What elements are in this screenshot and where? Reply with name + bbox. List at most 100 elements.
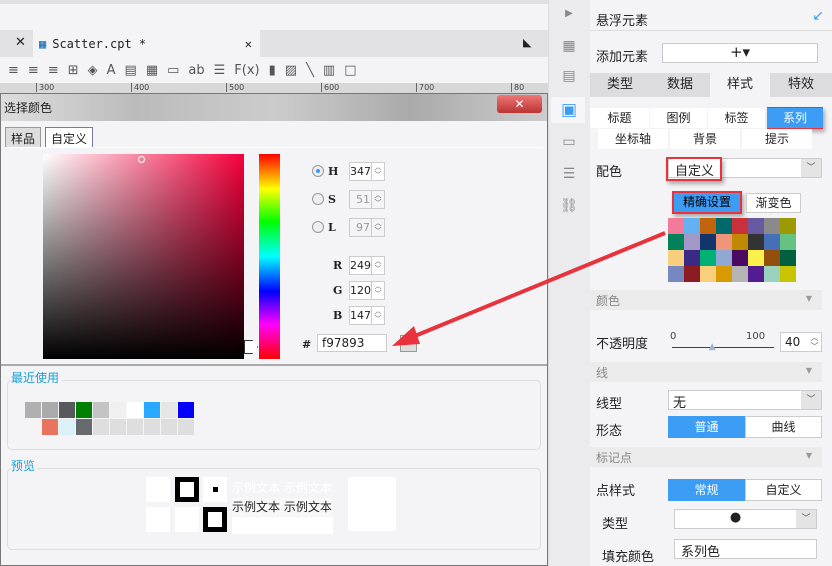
tab-2[interactable]: 样式: [710, 73, 770, 97]
palette-swatch[interactable]: [780, 218, 796, 234]
align-right-icon[interactable]: ≡: [48, 63, 59, 78]
palette-swatch[interactable]: [700, 234, 716, 250]
recent-color-swatch[interactable]: [42, 402, 59, 418]
dialog-title-bar[interactable]: 选择颜色: [1, 94, 547, 121]
cell-attr-icon[interactable]: ▦: [559, 38, 579, 56]
l-input[interactable]: 97 ︿ ﹀: [349, 218, 385, 237]
slash-icon[interactable]: ╲: [306, 63, 314, 78]
saturation-lightness-picker[interactable]: [43, 154, 244, 359]
recent-color-swatch[interactable]: [93, 402, 110, 418]
merge-cells-icon[interactable]: ▤: [125, 63, 137, 78]
link-icon[interactable]: ⛓: [559, 198, 579, 216]
h-input[interactable]: 347 ︿ ﹀: [349, 162, 385, 181]
palette-swatch[interactable]: [668, 250, 684, 266]
b-input[interactable]: 147 ︿ ﹀: [349, 306, 385, 325]
palette-swatch[interactable]: [764, 234, 780, 250]
palette-swatch[interactable]: [716, 218, 732, 234]
shape-normal[interactable]: 普通: [668, 416, 745, 438]
formula-icon[interactable]: F(x): [234, 63, 259, 78]
subtab-row2-0[interactable]: 坐标轴: [598, 129, 668, 149]
fill-color-icon[interactable]: ◈: [88, 63, 98, 78]
radio-l[interactable]: [312, 221, 324, 233]
palette-swatch[interactable]: [700, 218, 716, 234]
recent-color-swatch[interactable]: [59, 419, 76, 435]
spinner[interactable]: ︿ ﹀: [371, 163, 384, 180]
hue-slider[interactable]: [259, 154, 280, 359]
palette-swatch[interactable]: [684, 266, 700, 282]
s-input[interactable]: 51 ︿ ﹀: [349, 190, 385, 209]
opacity-slider-thumb[interactable]: ▲: [709, 342, 716, 352]
g-input[interactable]: 120 ︿ ﹀: [349, 281, 385, 300]
palette-swatch[interactable]: [748, 266, 764, 282]
subtab-1[interactable]: 图例: [650, 108, 707, 128]
line-type-select[interactable]: 无 ﹀: [668, 390, 822, 411]
tab-samples[interactable]: 样品: [5, 127, 42, 148]
spinner[interactable]: ︿ ﹀: [371, 219, 384, 236]
palette-swatch[interactable]: [684, 234, 700, 250]
palette-swatch[interactable]: [780, 234, 796, 250]
palette-swatch[interactable]: [764, 250, 780, 266]
fill-color-input[interactable]: 系列色: [674, 539, 817, 560]
section-marker[interactable]: 标记点: [590, 447, 822, 467]
palette-swatch[interactable]: [684, 250, 700, 266]
palette-swatch[interactable]: [764, 218, 780, 234]
tab-0[interactable]: 类型: [590, 73, 650, 97]
recent-color-swatch[interactable]: [76, 402, 93, 418]
subtab-row2-2[interactable]: 提示: [742, 129, 812, 149]
recent-color-swatch[interactable]: [161, 419, 178, 435]
section-color[interactable]: 颜色: [590, 290, 822, 310]
palette-swatch[interactable]: [700, 250, 716, 266]
recent-color-swatch[interactable]: [127, 402, 144, 418]
recent-color-swatch[interactable]: [178, 402, 195, 418]
palette-swatch[interactable]: [748, 234, 764, 250]
cell-info-icon[interactable]: ▤: [559, 68, 579, 86]
palette-swatch[interactable]: [716, 250, 732, 266]
palette-swatch[interactable]: [668, 234, 684, 250]
palette-swatch[interactable]: [668, 218, 684, 234]
recent-color-swatch[interactable]: [25, 402, 42, 418]
palette-swatch[interactable]: [716, 234, 732, 250]
close-button[interactable]: ✕: [497, 95, 542, 113]
close-tab-icon[interactable]: ✕: [15, 35, 26, 50]
r-input[interactable]: 249 ︿ ﹀: [349, 256, 385, 275]
recent-color-swatch[interactable]: [110, 419, 127, 435]
palette-swatch[interactable]: [748, 250, 764, 266]
eyedropper-icon[interactable]: ✎: [400, 335, 417, 352]
palette-swatch[interactable]: [732, 250, 748, 266]
palette-swatch[interactable]: [684, 218, 700, 234]
subtab-2[interactable]: 标签: [708, 108, 765, 128]
recent-color-swatch[interactable]: [144, 402, 161, 418]
align-center-icon[interactable]: ≡: [28, 63, 39, 78]
subtab-row2-1[interactable]: 背景: [670, 129, 740, 149]
recent-color-swatch[interactable]: [127, 419, 144, 435]
section-line[interactable]: 线: [590, 362, 822, 382]
layout-icon[interactable]: ☰: [559, 166, 579, 184]
recent-color-swatch[interactable]: [144, 419, 161, 435]
recent-color-swatch[interactable]: [161, 402, 178, 418]
radio-h[interactable]: [312, 165, 324, 177]
spinner[interactable]: ︿ ﹀: [371, 257, 384, 274]
chart-attr-icon[interactable]: ▣: [559, 100, 579, 120]
gradient-button[interactable]: 渐变色: [746, 193, 801, 213]
expand-icon[interactable]: ▶: [559, 8, 579, 26]
recent-color-swatch[interactable]: [93, 419, 110, 435]
tab-1[interactable]: 数据: [650, 73, 710, 97]
recent-color-swatch[interactable]: [42, 419, 59, 435]
tab-3[interactable]: 特效: [770, 73, 832, 97]
border-icon[interactable]: ⊞: [68, 63, 79, 78]
picker-handle[interactable]: [138, 156, 145, 163]
recent-color-swatch[interactable]: [59, 402, 76, 418]
palette-swatch[interactable]: [780, 250, 796, 266]
tab-menu-icon[interactable]: ◣: [523, 36, 531, 49]
spinner[interactable]: ︿ ﹀: [371, 307, 384, 324]
radio-s[interactable]: [312, 193, 324, 205]
add-element-button[interactable]: +▾: [662, 43, 818, 63]
subtab-3[interactable]: 系列: [767, 108, 823, 128]
text-field-icon[interactable]: ▭: [167, 63, 179, 78]
align-left-icon[interactable]: ≡: [8, 63, 19, 78]
palette-swatch[interactable]: [764, 266, 780, 282]
tab-custom[interactable]: 自定义: [45, 127, 94, 148]
frame-icon[interactable]: □: [344, 63, 356, 78]
palette-swatch[interactable]: [700, 266, 716, 282]
recent-color-swatch[interactable]: [25, 419, 42, 435]
